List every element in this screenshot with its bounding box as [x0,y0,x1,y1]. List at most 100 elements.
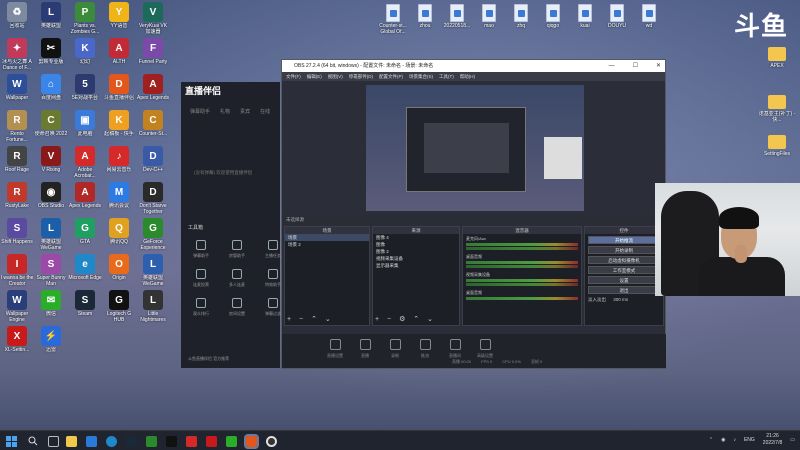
desktop-icon[interactable]: ✦ 冰与火之舞 A Dance of F... [0,38,34,71]
exit-button[interactable]: 退出 [588,286,660,294]
tab-gifts[interactable]: 礼物 [220,108,230,115]
edge-icon[interactable] [106,436,117,447]
desktop-icon[interactable]: G GeForce Experience [136,218,170,251]
desktop-icon[interactable]: ◉ OBS Studio [34,182,68,215]
tab-barrage[interactable]: 弹幕助手 [190,108,210,115]
desktop-icon[interactable]: A Apex Legends [136,74,170,107]
obs-menu-item[interactable]: 场景集合(S) [409,72,433,81]
toolbox-item[interactable]: 房间设置 [222,298,252,317]
virtual-camera-button[interactable]: 启动虚拟摄像机 [588,256,660,264]
source-item[interactable]: 图像 [373,241,459,248]
desktop-file[interactable]: kuai [570,4,600,35]
clock[interactable]: 21:26 2022/7/8 [763,433,782,447]
desktop-icon[interactable]: L 英雄联盟 [34,2,68,35]
settings-button[interactable]: 设置 [588,276,660,284]
source-item[interactable]: 视频采集设备 [373,255,459,262]
steam-icon[interactable] [126,436,137,447]
desktop-icon[interactable]: R Rento Fortune... [0,110,34,143]
tab-vip[interactable]: 贵宾 [240,108,250,115]
desktop-icon[interactable]: Q 腾讯QQ [102,218,136,251]
volume-meter[interactable] [466,265,578,268]
desktop-icon[interactable]: R Roof Rage [0,146,34,179]
obs-menu-item[interactable]: 配置文件(P) [379,72,403,81]
language-indicator[interactable]: ENG [744,437,755,443]
desktop-icon[interactable]: e Microsoft Edge [68,254,102,287]
minimize-icon[interactable]: — [609,60,615,72]
volume-icon[interactable]: ♪ [733,437,736,443]
desktop-icon[interactable]: W Wallpaper [0,74,34,107]
desktop-icon[interactable]: A ALTH [102,38,136,71]
desktop-icon[interactable]: ✉ 微信 [34,290,68,323]
source-toolbar[interactable]: + − ⚙ ⌃ ⌄ [375,315,436,323]
desktop-folder[interactable]: SettingFiles [758,132,796,163]
desktop-icon[interactable]: ✂ 剪映专业版 [34,38,68,71]
volume-meter[interactable] [466,243,578,246]
toolbox-item[interactable]: 房管助手 [222,240,252,259]
source-item[interactable]: 图像 2 [373,248,459,255]
desktop-icon[interactable]: K 幻幻 [68,38,102,71]
obs-menu-item[interactable]: 帮助(H) [460,72,475,81]
desktop-icon[interactable]: S Super Bunny Man [34,254,68,287]
obs-preview[interactable] [366,85,584,211]
desktop-icon[interactable]: V VeryKuai VK 加速器 [136,2,170,35]
start-streaming-button[interactable]: 开始推流 [588,236,660,244]
toolbox-item[interactable]: 弹幕助手 [186,240,216,259]
desktop-icon[interactable]: A Adobe Acrobat... [68,146,102,179]
desktop-icon[interactable]: X XL-Settin... [0,326,34,359]
tab-online[interactable]: 在线 [260,108,270,115]
desktop-icon[interactable]: O Origin [102,254,136,287]
obs-taskbar-icon[interactable] [266,436,277,447]
desktop-icon[interactable]: L Little Nightmares [136,290,170,323]
obs-menu-item[interactable]: 文件(F) [286,72,301,81]
desktop-folder[interactable]: 诺基亚主(补丁) - 快... [758,92,796,123]
desktop-icon[interactable]: W Wallpaper Engine [0,290,34,323]
tiktok-icon[interactable] [166,436,177,447]
desktop-icon[interactable]: D Dev-C++ [136,146,170,179]
desktop-icon[interactable]: F Funnel Party [136,38,170,71]
toolbox-item[interactable]: 多人连麦 [222,269,252,288]
volume-meter[interactable] [466,247,578,250]
scene-item[interactable]: 场景 2 [285,241,369,248]
desktop-file[interactable]: mao [474,4,504,35]
volume-meter[interactable] [466,283,578,286]
wechat-icon[interactable] [146,436,157,447]
desktop-folder[interactable]: APEX [758,44,796,75]
volume-meter[interactable] [466,297,578,300]
obs-menu-item[interactable]: 视图(V) [328,72,343,81]
desktop-icon[interactable]: P Plants vs. Zombies G... [68,2,102,35]
douyu-assistant-taskbar-icon[interactable] [244,434,259,449]
desktop-file[interactable]: DOUYU [602,4,632,35]
source-item[interactable]: 显示器采集 [373,262,459,269]
desktop-icon[interactable]: M 腾讯会议 [102,182,136,215]
search-icon[interactable] [28,436,38,446]
desktop-icon[interactable]: C Counter-St... [136,110,170,143]
desktop-icon[interactable]: G GTA [68,218,102,251]
start-recording-button[interactable]: 开始录制 [588,246,660,254]
desktop-file[interactable]: wd [634,4,664,35]
desktop-icon[interactable]: 5 5E对战平台 [68,74,102,107]
obs-menu-item[interactable]: 工具(T) [439,72,454,81]
desktop-icon[interactable]: ♻ 回收站 [0,2,34,35]
desktop-icon[interactable]: G Logitech G HUB [102,290,136,323]
desktop-file[interactable]: Counter-st... Global Of... [378,4,408,35]
app-icon[interactable] [206,436,217,447]
desktop-file[interactable]: zhq [506,4,536,35]
xbox-icon[interactable] [226,436,237,447]
desktop-icon[interactable]: K 起稿板 - 快手 [102,110,136,143]
desktop-icon[interactable]: ⌂ 百度网盘 [34,74,68,107]
notification-icon[interactable]: ▭ [790,437,795,443]
desktop-icon[interactable]: C 使命召唤 2022 [34,110,68,143]
desktop-icon[interactable]: L 英雄联盟 WeGame [136,254,170,287]
desktop-icon[interactable]: ♪ 网易云音乐 [102,146,136,179]
desktop-icon[interactable]: R RustyLake [0,182,34,215]
transition-select[interactable]: 淡入淡出 300 ms [588,297,660,303]
store-icon[interactable] [86,436,97,447]
desktop-file[interactable]: qiqgo [538,4,568,35]
studio-mode-button[interactable]: 工作室模式 [588,266,660,274]
desktop-icon[interactable]: D 斗鱼直播伴侣 [102,74,136,107]
close-icon[interactable]: ✕ [656,60,661,72]
scene-item[interactable]: 场景 [285,234,369,241]
netease-music-icon[interactable] [186,436,197,447]
desktop-icon[interactable]: L 英雄联盟 WeGame [34,218,68,251]
desktop-icon[interactable]: ▣ 此电脑 [68,110,102,143]
